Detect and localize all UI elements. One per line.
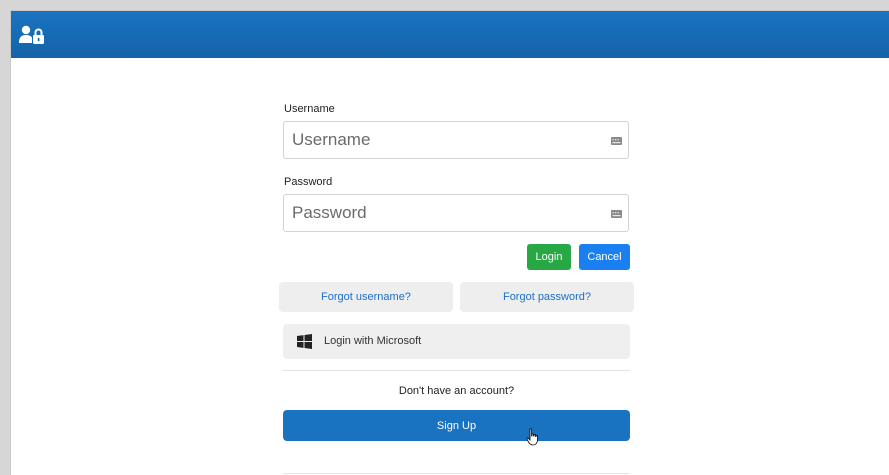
login-form: Username Password Login Cancel Forgot us… (11, 58, 889, 475)
user-lock-icon (19, 25, 44, 44)
windows-icon (297, 334, 312, 349)
hand-cursor-icon (526, 428, 538, 446)
no-account-text: Don't have an account? (398, 385, 515, 397)
forgot-password-button[interactable]: Forgot password? (460, 282, 634, 312)
password-input[interactable] (283, 194, 629, 232)
username-label: Username (284, 103, 335, 115)
microsoft-login-label: Login with Microsoft (324, 335, 422, 347)
cancel-button[interactable]: Cancel (579, 244, 630, 270)
password-label: Password (284, 176, 333, 188)
app-window: Username Password Login Cancel Forgot us… (10, 10, 889, 475)
sign-up-button[interactable]: Sign Up (283, 410, 630, 441)
username-input[interactable] (283, 121, 629, 159)
keyboard-icon[interactable] (611, 137, 622, 145)
divider (283, 370, 630, 371)
login-button[interactable]: Login (527, 244, 571, 270)
keyboard-icon[interactable] (611, 210, 622, 218)
top-bar (11, 11, 889, 58)
login-with-microsoft-button[interactable]: Login with Microsoft (283, 324, 630, 359)
forgot-username-button[interactable]: Forgot username? (279, 282, 453, 312)
